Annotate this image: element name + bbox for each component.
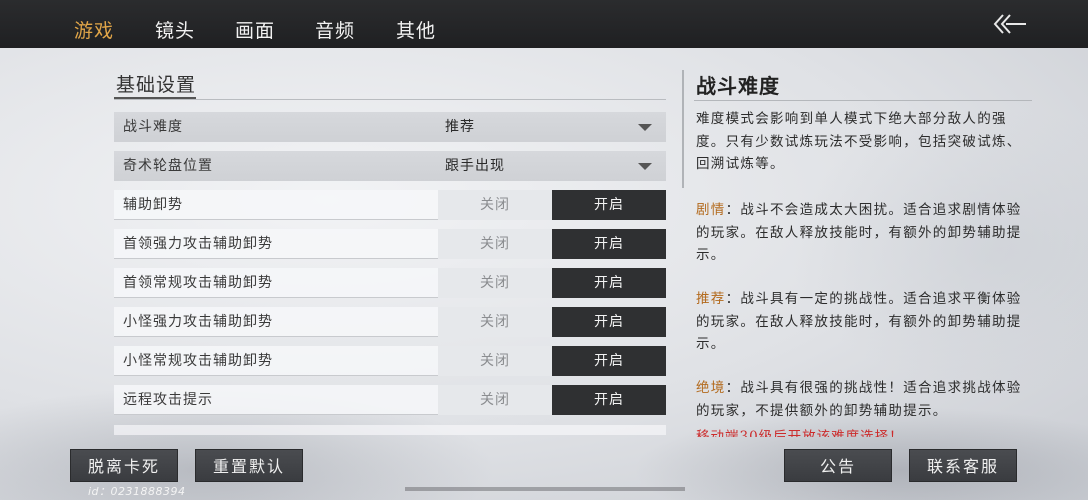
section-title: 基础设置 xyxy=(116,74,197,96)
setting-label: 辅助卸势 xyxy=(123,197,183,213)
setting-row-toggle: 小怪强力攻击辅助卸势 关闭 开启 xyxy=(114,307,666,337)
tab-audio[interactable]: 音频 xyxy=(315,0,355,48)
toggle-on-button[interactable]: 开启 xyxy=(552,229,666,259)
toggle-on-button[interactable]: 开启 xyxy=(552,307,666,337)
toggle-off-button[interactable]: 关闭 xyxy=(438,229,552,259)
tab-other[interactable]: 其他 xyxy=(396,0,436,48)
setting-row-toggle: 首领强力攻击辅助卸势 关闭 开启 xyxy=(114,229,666,259)
chevron-down-icon xyxy=(638,124,652,131)
scroll-indicator[interactable] xyxy=(682,70,684,188)
top-nav-bar: 游戏 镜头 画面 音频 其他 xyxy=(0,0,1088,48)
player-id: id：0231888394 xyxy=(88,485,186,498)
contact-support-button[interactable]: 联系客服 xyxy=(909,449,1017,482)
notice-button[interactable]: 公告 xyxy=(784,449,892,482)
toggle-off-button[interactable]: 关闭 xyxy=(438,307,552,337)
description-title: 战斗难度 xyxy=(696,74,780,98)
bottom-handle xyxy=(405,487,685,491)
toggle-off-button[interactable]: 关闭 xyxy=(438,190,552,220)
tab-game[interactable]: 游戏 xyxy=(74,0,114,48)
setting-row-toggle: 首领常规攻击辅助卸势 关闭 开启 xyxy=(114,268,666,298)
dropdown-value: 跟手出现 xyxy=(445,158,505,174)
description-intro: 难度模式会影响到单人模式下绝大部分敌人的强度。只有少数试炼玩法不受影响，包括突破… xyxy=(696,111,1022,172)
toggle-on-button[interactable]: 开启 xyxy=(552,346,666,376)
setting-row-partial xyxy=(114,425,666,435)
difficulty-warning: 移动端30级后开放该难度选择！ xyxy=(696,429,904,437)
setting-row-toggle: 辅助卸势 关闭 开启 xyxy=(114,190,666,220)
wheel-position-dropdown[interactable]: 奇术轮盘位置 跟手出现 xyxy=(114,151,666,181)
setting-row-toggle: 远程攻击提示 关闭 开启 xyxy=(114,385,666,415)
setting-row-wheel-position[interactable]: 奇术轮盘位置 跟手出现 xyxy=(114,151,666,181)
toggle-off-button[interactable]: 关闭 xyxy=(438,346,552,376)
tab-camera[interactable]: 镜头 xyxy=(155,0,195,48)
tab-graphics[interactable]: 画面 xyxy=(235,0,275,48)
setting-label: 小怪强力攻击辅助卸势 xyxy=(123,314,273,330)
setting-label: 小怪常规攻击辅助卸势 xyxy=(123,353,273,369)
mode-description-extreme: 绝境：战斗具有很强的挑战性！适合追求挑战体验的玩家，不提供额外的卸势辅助提示。 xyxy=(696,377,1036,422)
battle-difficulty-dropdown[interactable]: 战斗难度 推荐 xyxy=(114,112,666,142)
toggle-off-button[interactable]: 关闭 xyxy=(438,268,552,298)
setting-label: 战斗难度 xyxy=(123,119,183,135)
setting-row-toggle: 小怪常规攻击辅助卸势 关闭 开启 xyxy=(114,346,666,376)
toggle-on-button[interactable]: 开启 xyxy=(552,268,666,298)
mode-name: 推荐 xyxy=(696,291,726,307)
setting-row-battle-difficulty[interactable]: 战斗难度 推荐 xyxy=(114,112,666,142)
chevron-down-icon xyxy=(638,163,652,170)
dropdown-value: 推荐 xyxy=(445,119,475,135)
reset-default-button[interactable]: 重置默认 xyxy=(195,449,303,482)
mode-text: ：战斗具有很强的挑战性！适合追求挑战体验的玩家，不提供额外的卸势辅助提示。 xyxy=(696,380,1022,419)
setting-label: 奇术轮盘位置 xyxy=(123,158,213,174)
mode-name: 绝境 xyxy=(696,380,726,396)
toggle-off-button[interactable]: 关闭 xyxy=(438,385,552,415)
mode-text: ：战斗不会造成太大困扰。适合追求剧情体验的玩家。在敌人释放技能时，有额外的卸势辅… xyxy=(696,202,1022,263)
escape-stuck-button[interactable]: 脱离卡死 xyxy=(70,449,178,482)
setting-label: 首领常规攻击辅助卸势 xyxy=(123,275,273,291)
toggle-on-button[interactable]: 开启 xyxy=(552,190,666,220)
toggle-on-button[interactable]: 开启 xyxy=(552,385,666,415)
mode-text: ：战斗具有一定的挑战性。适合追求平衡体验的玩家。在敌人释放技能时，有额外的卸势辅… xyxy=(696,291,1022,352)
mode-description-story: 剧情：战斗不会造成太大困扰。适合追求剧情体验的玩家。在敌人释放技能时，有额外的卸… xyxy=(696,199,1036,267)
back-arrow-icon[interactable] xyxy=(992,12,1028,36)
mode-name: 剧情 xyxy=(696,202,726,218)
mode-description-recommended: 推荐：战斗具有一定的挑战性。适合追求平衡体验的玩家。在敌人释放技能时，有额外的卸… xyxy=(696,288,1036,356)
setting-label: 远程攻击提示 xyxy=(123,392,213,408)
description-divider xyxy=(694,100,1032,101)
section-divider xyxy=(114,99,666,100)
setting-label: 首领强力攻击辅助卸势 xyxy=(123,236,273,252)
